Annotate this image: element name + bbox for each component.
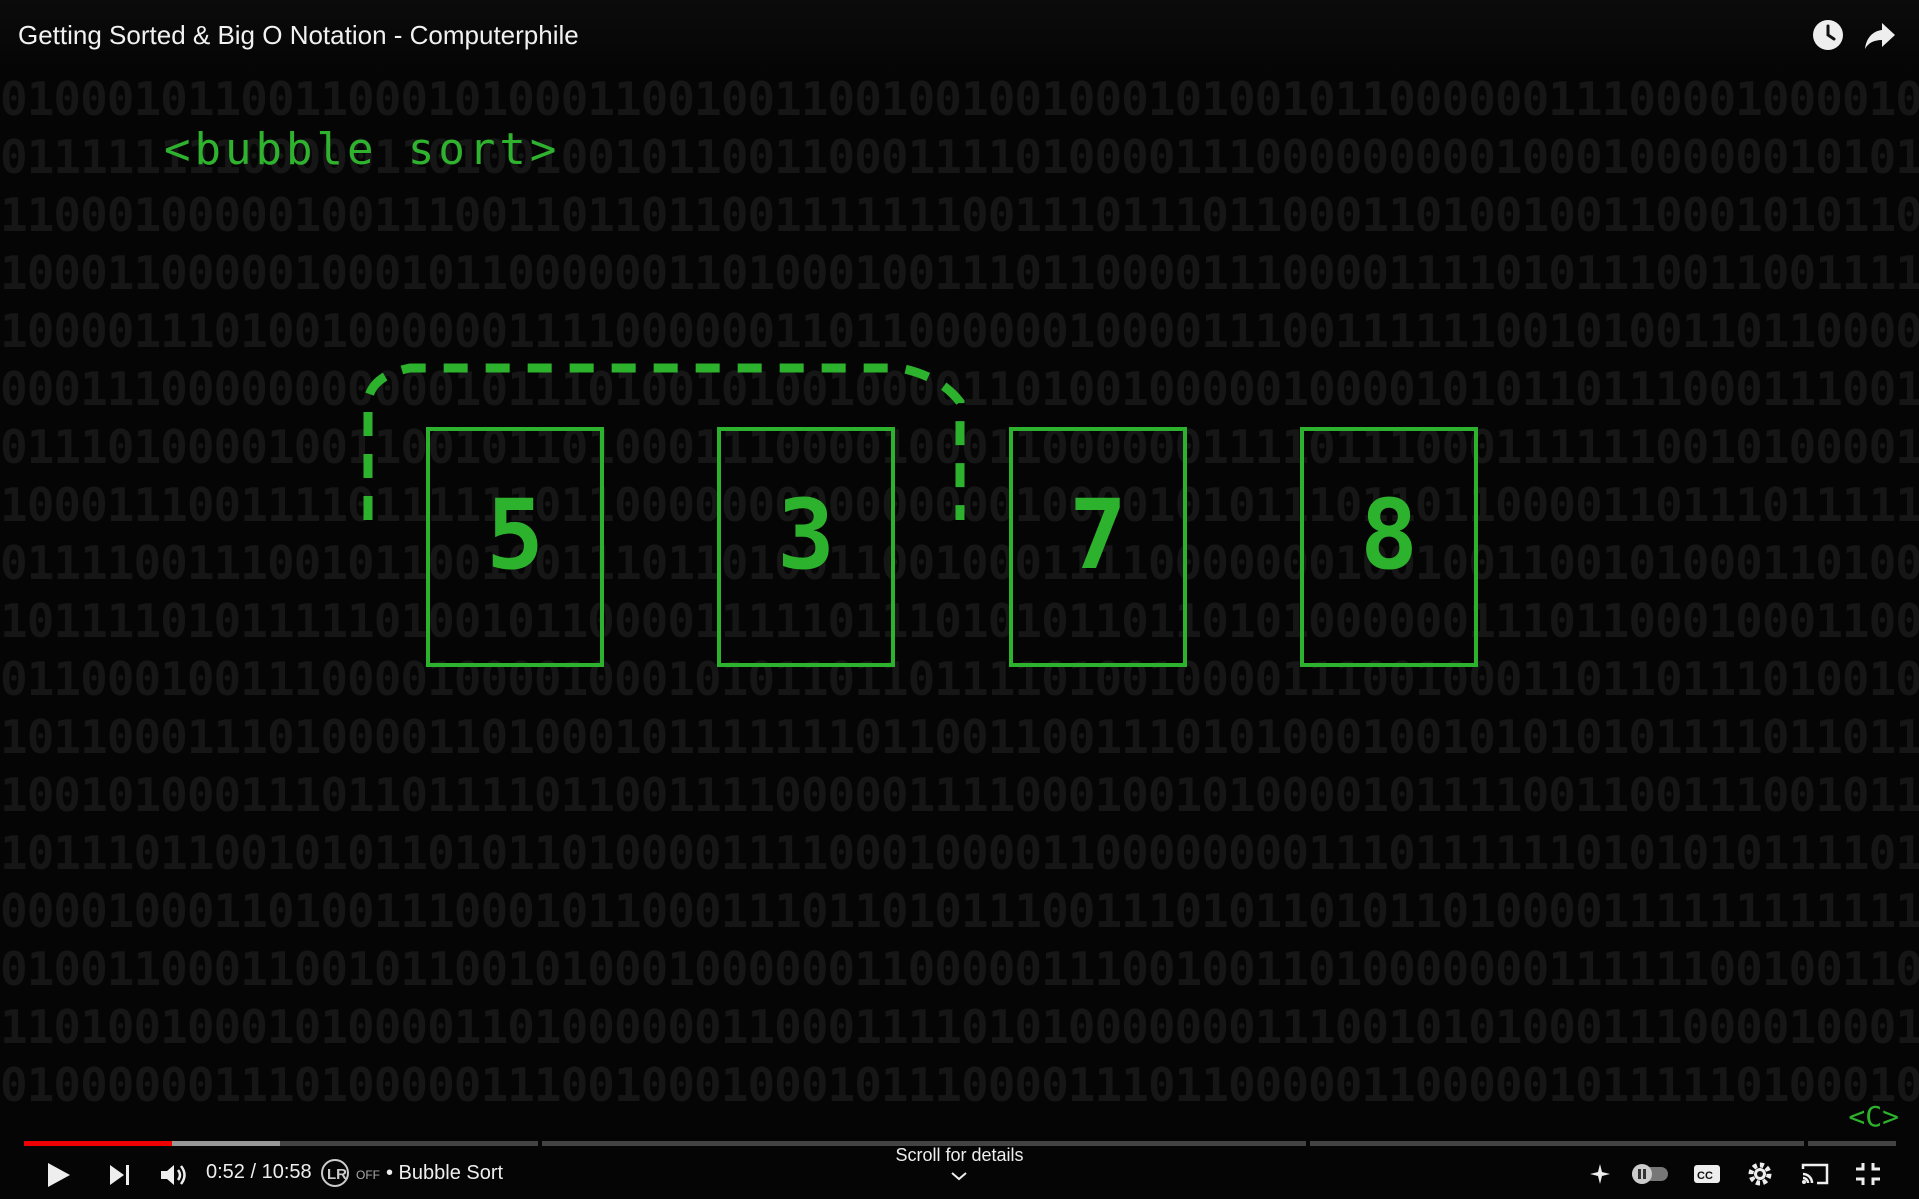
autoplay-off-label: OFF [356,1168,380,1182]
card: 5 [426,427,604,667]
captions-icon[interactable]: CC [1692,1162,1722,1186]
card: 7 [1009,427,1187,667]
clock-icon[interactable] [1810,17,1846,53]
scene-heading: <bubble sort> [164,124,561,175]
svg-text:CC: CC [1697,1170,1713,1182]
video-player[interactable]: 0100010110011000101000110010011001001001… [0,0,1919,1199]
gear-icon[interactable] [1746,1160,1774,1188]
binary-background: 0100010110011000101000110010011001001001… [0,72,1919,1120]
svg-text:LR: LR [327,1166,347,1183]
card: 3 [717,427,895,667]
autoplay-badge-icon[interactable]: LR [320,1158,350,1188]
channel-logo: <C> [1848,1100,1899,1133]
pause-toggle-icon[interactable] [1630,1162,1670,1186]
control-bar: 0:52 / 10:58 LR OFF • Bubble Sort CC [0,1150,1919,1199]
chapter-title[interactable]: • Bubble Sort [386,1162,503,1185]
share-arrow-icon[interactable] [1862,17,1898,53]
play-icon[interactable] [44,1160,72,1190]
title-bar: Getting Sorted & Big O Notation - Comput… [0,0,1919,70]
video-title[interactable]: Getting Sorted & Big O Notation - Comput… [18,20,579,51]
cast-icon[interactable] [1800,1161,1830,1187]
sparkle-icon[interactable] [1588,1161,1614,1187]
card-value: 7 [1069,479,1127,591]
volume-icon[interactable] [158,1161,188,1189]
card-value: 8 [1360,479,1418,591]
exit-fullscreen-icon[interactable] [1854,1161,1882,1187]
card-value: 3 [777,479,835,591]
time-display: 0:52 / 10:58 [206,1161,312,1183]
card: 8 [1300,427,1478,667]
card-value: 5 [486,479,544,591]
next-icon[interactable] [106,1162,132,1188]
